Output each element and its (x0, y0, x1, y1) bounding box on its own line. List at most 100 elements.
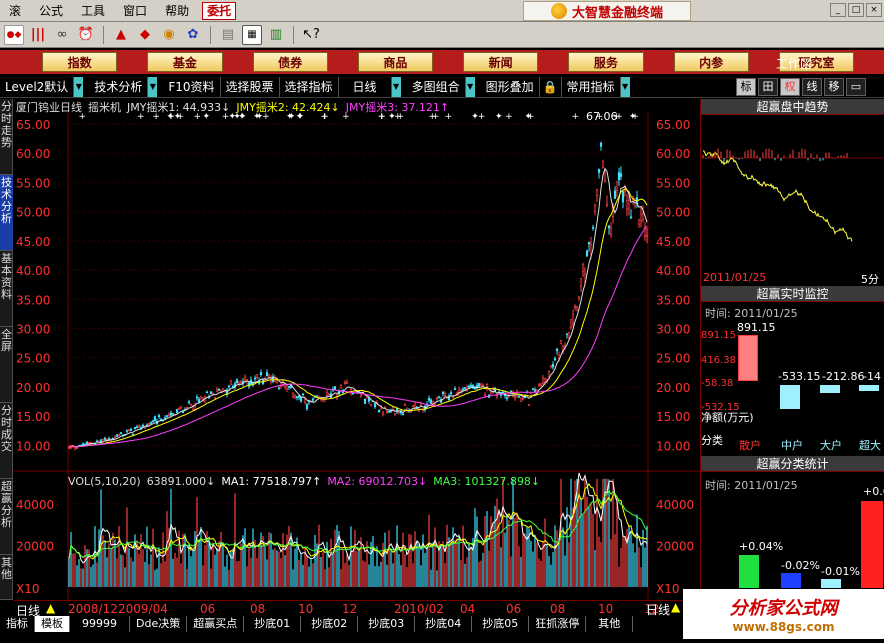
candle-body (373, 403, 377, 408)
candle-body (615, 181, 619, 191)
multi-chart-tab[interactable]: 多图组合 (407, 76, 466, 97)
bottom-tab-other[interactable]: 其他 (586, 616, 634, 632)
target-icon[interactable]: ◉ (159, 25, 179, 45)
bottom-tab-bottom02[interactable]: 抄底02 (301, 616, 359, 632)
sector-icon[interactable]: ||| (28, 25, 48, 45)
quote-icon[interactable]: ●◆ (4, 24, 24, 45)
kline-chart[interactable]: ✦+ + +✦ +✦ ✦ ✦++ + ✦ + ✦+✦✦ + + +++++✦ ✦ ++✦✦ ++ ✦+ ++ + ✦✦… (14, 99, 699, 600)
nav-fund-button[interactable]: 基金 (147, 52, 223, 72)
candle-body (333, 386, 337, 390)
tech-analysis-tab[interactable]: 技术分析 (89, 76, 149, 97)
chevron-down-icon[interactable]: ▼ (465, 76, 475, 97)
bottom-tab-bottom03[interactable]: 抄底03 (358, 616, 416, 632)
bottom-tab-bottom01[interactable]: 抄底01 (244, 616, 302, 632)
price-tick-right: 55.00 (656, 176, 690, 190)
period-selector[interactable]: 日线 (339, 76, 392, 97)
mode-tab-mark[interactable]: 标 (736, 78, 756, 96)
menu-item-formula[interactable]: 公式 (30, 1, 72, 21)
mode-tab-grid[interactable]: 田 (758, 78, 778, 96)
f10-tab[interactable]: F10资料 (163, 76, 221, 97)
candle-body (293, 395, 297, 399)
signal-mark: + (505, 112, 513, 122)
candle-body (103, 437, 107, 440)
close-icon[interactable]: × (866, 3, 882, 17)
side-tab-other[interactable]: 其他 (0, 555, 13, 600)
candle-body (429, 399, 433, 404)
layout-icon[interactable]: ▦ (242, 24, 262, 45)
scroll-left-icon[interactable]: ▲ (46, 601, 55, 615)
price-tick-right: 60.00 (656, 147, 690, 161)
price-tick-right: 20.00 (656, 381, 690, 395)
select-stock-tab[interactable]: 选择股票 (221, 76, 280, 97)
mode-tab-line[interactable]: 线 (802, 78, 822, 96)
candle-body (369, 403, 373, 406)
restore-icon[interactable]: □ (848, 3, 864, 17)
overlay-tab[interactable]: 图形叠加 (481, 76, 540, 97)
chart-tool-icon[interactable]: ▲ (111, 25, 131, 45)
chevron-down-icon[interactable]: ▼ (620, 76, 630, 97)
nav-insider-button[interactable]: 内参 (673, 52, 749, 72)
nav-index-button[interactable]: 指数 (42, 52, 118, 72)
net-amount-label: 净额(万元) (701, 411, 754, 424)
chevron-down-icon[interactable]: ▼ (74, 76, 84, 97)
diamond-icon[interactable]: ◆ (135, 25, 155, 45)
mode-tab-window[interactable]: ▭ (846, 78, 866, 96)
scroll-right-icon[interactable]: ▲ (671, 600, 680, 614)
bottom-tab-dde[interactable]: Dde决策 (130, 616, 188, 632)
side-tab-fullscreen[interactable]: 全屏 (0, 327, 13, 403)
menu-item-1[interactable]: 滚 (0, 1, 30, 21)
mode-tab-move[interactable]: 移 (824, 78, 844, 96)
nav-bond-button[interactable]: 债券 (252, 52, 328, 72)
bottom-tab-buy-point[interactable]: 超赢买点 (187, 616, 245, 632)
super-bar (859, 385, 879, 391)
mode-tab-rights[interactable]: 权 (780, 78, 800, 96)
price-tick-right: 50.00 (656, 206, 690, 220)
trade-button[interactable]: 委托 (202, 1, 237, 20)
candle-body (149, 422, 153, 424)
print-icon[interactable]: ▤ (218, 25, 238, 45)
ad-banner[interactable]: 分析家公式网 www.88gs.com (683, 589, 884, 639)
candle-body (533, 389, 537, 392)
layout-selector[interactable]: Level2默认 (0, 76, 75, 97)
bottom-tab-99999[interactable]: 99999 (70, 616, 130, 632)
select-indicator-tab[interactable]: 选择指标 (280, 76, 339, 97)
books-icon[interactable]: ▥ (266, 25, 286, 45)
nav-news-button[interactable]: 新闻 (463, 52, 539, 72)
binoculars-icon[interactable]: ∞ (52, 25, 72, 45)
super-value: -14 (863, 370, 881, 383)
candle-body (449, 392, 453, 394)
side-tab-ticks[interactable]: 分时成交 (0, 403, 13, 479)
cursor-help-icon[interactable]: ↖? (301, 25, 321, 45)
chevron-down-icon[interactable]: ▼ (148, 76, 158, 97)
side-tab-tech[interactable]: 技术分析 (0, 175, 13, 251)
candle-body (565, 333, 569, 336)
candle-body (99, 439, 103, 443)
side-tab-basic[interactable]: 基本资料 (0, 251, 13, 327)
candle-body (625, 200, 629, 210)
alarm-icon[interactable]: ⏰ (76, 25, 96, 45)
workspace-label[interactable]: 工作区 (776, 55, 812, 72)
common-indicator-tab[interactable]: 常用指标 (562, 76, 621, 97)
bottom-tab-template[interactable]: 模板 (35, 616, 70, 632)
bottom-tab-bottom05[interactable]: 抄底05 (472, 616, 530, 632)
bottom-tab-indicator[interactable]: 指标 (0, 616, 35, 632)
info-icon[interactable]: ✿ (183, 25, 203, 45)
menu-item-tools[interactable]: 工具 (72, 1, 114, 21)
candle-body (475, 385, 479, 388)
candle-body (239, 381, 243, 383)
nav-service-button[interactable]: 服务 (568, 52, 644, 72)
side-tab-intraday[interactable]: 分时走势 (0, 99, 13, 175)
chevron-down-icon[interactable]: ▼ (391, 76, 401, 97)
category-label: 分类 (701, 434, 723, 447)
menu-item-window[interactable]: 窗口 (114, 1, 156, 21)
candle-body (637, 219, 641, 225)
bottom-tab-bottom04[interactable]: 抄底04 (415, 616, 473, 632)
nav-commodity-button[interactable]: 商品 (357, 52, 433, 72)
minimize-icon[interactable]: _ (830, 3, 846, 17)
menu-item-help[interactable]: 帮助 (156, 1, 198, 21)
side-tab-chaoying[interactable]: 超赢分析 (0, 479, 13, 555)
candle-body (463, 387, 467, 389)
bottom-tab-limit-up[interactable]: 狂抓涨停 (529, 616, 587, 632)
lock-icon[interactable]: 🔒 (540, 76, 562, 97)
candle-body (169, 412, 173, 416)
